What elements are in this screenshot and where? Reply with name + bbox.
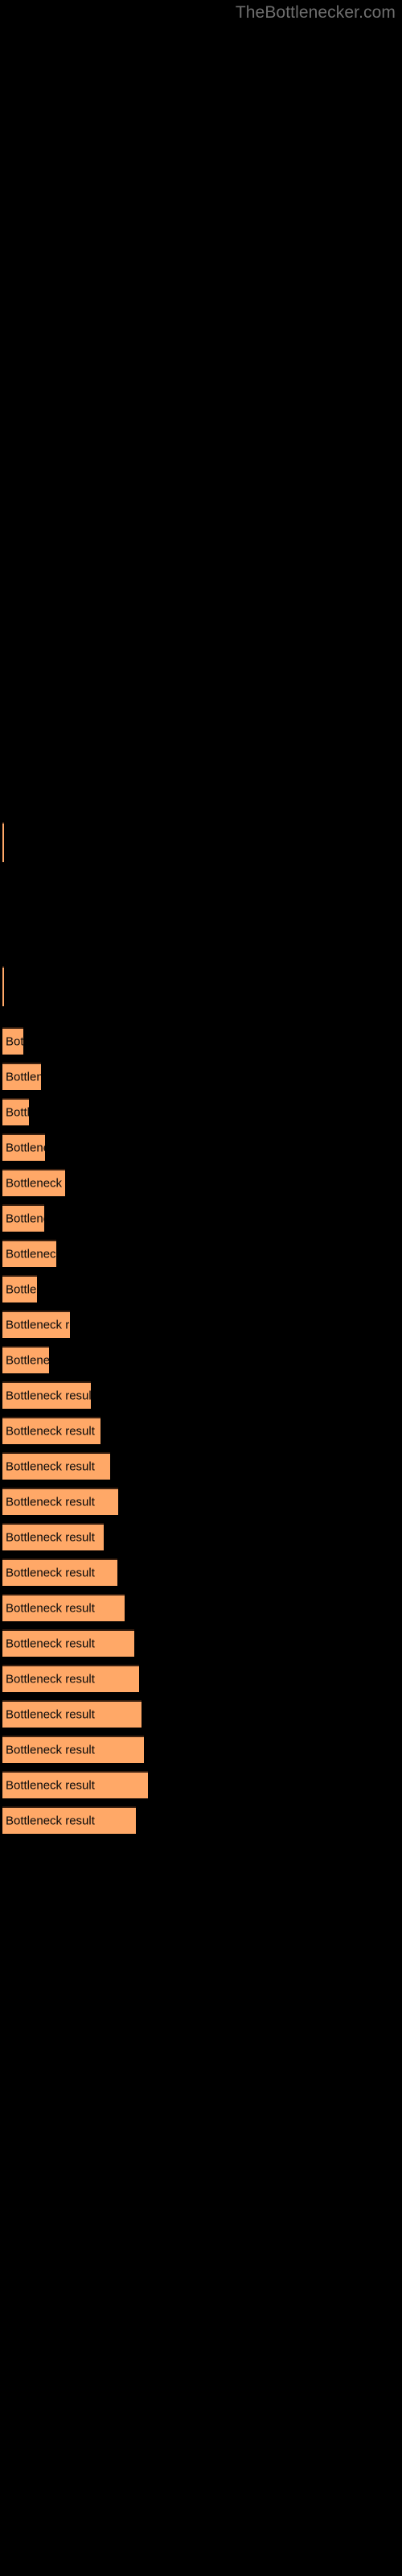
bar-label: Bottleneck result — [6, 1389, 91, 1403]
bar[interactable]: Bottleneck result — [2, 1452, 110, 1480]
bar-label: Bottleneck result — [6, 1353, 49, 1368]
bar-label: Bottleneck result — [6, 1212, 44, 1226]
bar-label-clip: Bottleneck result — [2, 1206, 44, 1232]
bar-label: Bottleneck result — [6, 1318, 70, 1332]
bar-label-clip: Bottleneck result — [2, 1631, 134, 1657]
bar-label: Bottleneck result — [6, 1282, 37, 1297]
bar[interactable]: Bottleneck result — [2, 1381, 91, 1409]
bar-label-clip: Bottleneck result — [2, 1100, 29, 1125]
bar[interactable]: Bottleneck result — [2, 1275, 37, 1302]
bar-label-clip: Bottleneck result — [2, 1525, 104, 1550]
bar-label: Bottleneck result — [6, 1566, 95, 1580]
bar-label-clip: Bottleneck result — [2, 1064, 41, 1090]
bar-chart-plot-area: Bottleneck result Bottleneck result Bottle… — [0, 0, 402, 2576]
bar[interactable]: Bottleneck result — [2, 1240, 56, 1267]
bar[interactable]: Bottleneck result — [2, 1700, 142, 1728]
bar-label: Bottleneck result — [6, 1176, 65, 1191]
bar[interactable]: Bottleneck result — [2, 1133, 45, 1161]
bar-label-clip: Bottleneck result — [2, 1596, 125, 1621]
bar[interactable]: Bottleneck result — [2, 1169, 65, 1196]
bar-label-clip: Bottleneck result — [2, 1702, 142, 1728]
bar-label-clip: Bottleneck result — [2, 1348, 49, 1373]
bar[interactable]: Bottleneck result — [2, 1558, 117, 1586]
bar-label: Bottleneck result — [6, 1424, 95, 1439]
bar[interactable]: Bottleneck result — [2, 1488, 118, 1515]
bar-label-clip: Bottleneck result — [2, 1312, 70, 1338]
bar[interactable]: Bottleneck result — [2, 1311, 70, 1338]
bar-label-clip: Bottleneck result — [2, 1241, 56, 1267]
bar-label-clip: Bottleneck result — [2, 1737, 144, 1763]
bar-label: Bottleneck result — [6, 1459, 95, 1474]
bar[interactable]: Bottleneck result — [2, 1806, 136, 1834]
bar-label-clip: Bottleneck result — [2, 1560, 117, 1586]
bar-label: Bottleneck result — [6, 1637, 95, 1651]
bar[interactable]: Bottleneck result — [2, 1629, 134, 1657]
bar-label: Bottleneck result — [6, 1105, 29, 1120]
bar-label: Bottleneck result — [6, 1070, 41, 1084]
bar[interactable]: Bottleneck result — [2, 1063, 41, 1090]
bar[interactable] — [2, 966, 4, 1006]
bar[interactable]: Bottleneck result — [2, 1417, 100, 1444]
bar[interactable]: Bottleneck result — [2, 1594, 125, 1621]
bar-label: Bottleneck result — [6, 1672, 95, 1686]
bar-label: Bottleneck result — [6, 1778, 95, 1793]
bar-label-clip: Bottleneck result — [2, 1135, 45, 1161]
bar[interactable]: Bottleneck result — [2, 1027, 23, 1055]
bar-label: Bottleneck result — [6, 1601, 95, 1616]
bar-label-clip: Bottleneck result — [2, 1029, 23, 1055]
bar-label-clip: Bottleneck result — [2, 1773, 148, 1798]
bar-label: Bottleneck result — [6, 1814, 95, 1828]
bar-label: Bottleneck result — [6, 1247, 56, 1261]
bar[interactable]: Bottleneck result — [2, 1665, 139, 1692]
bar[interactable] — [2, 822, 4, 862]
bar-label: Bottleneck result — [6, 1707, 95, 1722]
bar-label: Bottleneck result — [6, 1495, 95, 1509]
bar-label: Bottleneck result — [6, 1141, 45, 1155]
bar[interactable]: Bottleneck result — [2, 1098, 29, 1125]
chart-page: TheBottlenecker.com Bottleneck resultBot… — [0, 0, 402, 2576]
bar[interactable]: Bottleneck result — [2, 1523, 104, 1550]
bar-label-clip: Bottleneck result — [2, 1277, 37, 1302]
bar-label: Bottleneck result — [6, 1743, 95, 1757]
bar-label: Bottleneck result — [6, 1530, 95, 1545]
bar[interactable]: Bottleneck result — [2, 1204, 44, 1232]
bar-label: Bottleneck result — [6, 1034, 23, 1049]
bar-label-clip: Bottleneck result — [2, 1666, 139, 1692]
bar[interactable]: Bottleneck result — [2, 1346, 49, 1373]
bar-label-clip: Bottleneck result — [2, 1418, 100, 1444]
bar-label-clip: Bottleneck result — [2, 1454, 110, 1480]
bar-label-clip: Bottleneck result — [2, 1170, 65, 1196]
bar-label-clip: Bottleneck result — [2, 1383, 91, 1409]
bar-label-clip: Bottleneck result — [2, 1489, 118, 1515]
bar[interactable]: Bottleneck result — [2, 1736, 144, 1763]
bar-label-clip: Bottleneck result — [2, 1808, 136, 1834]
bar[interactable]: Bottleneck result — [2, 1771, 148, 1798]
